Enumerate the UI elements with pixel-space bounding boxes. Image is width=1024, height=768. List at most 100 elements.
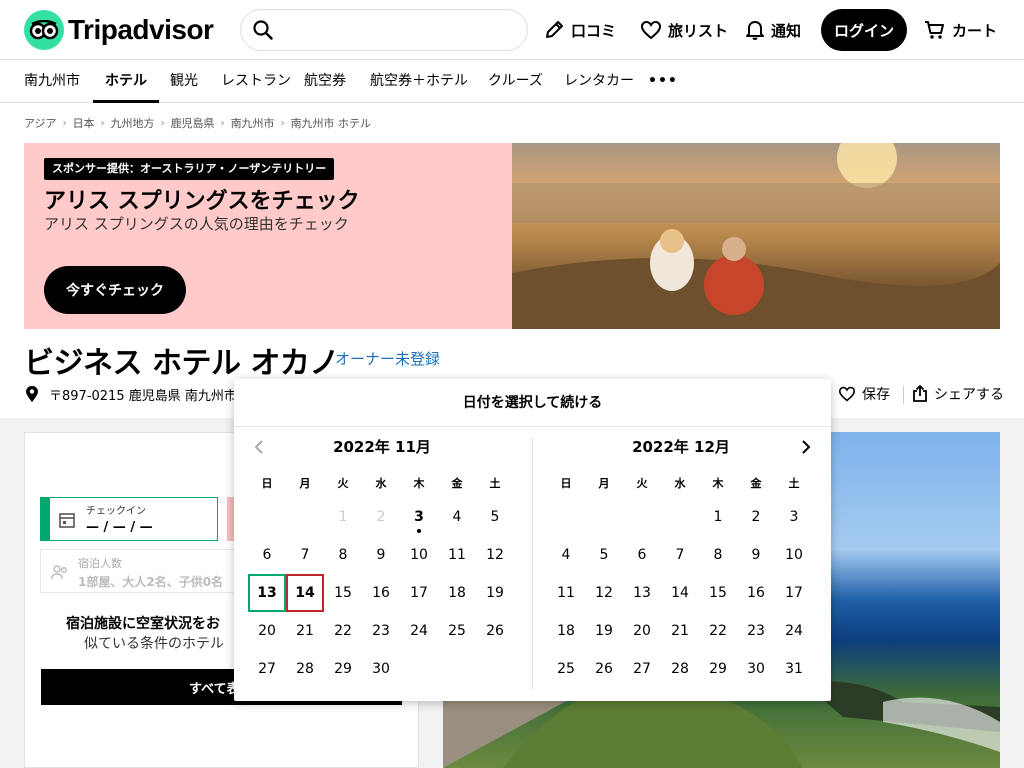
- bell-icon: [746, 21, 764, 40]
- subnav-item-flights[interactable]: 航空券: [304, 61, 346, 103]
- sponsored-banner[interactable]: スポンサー提供：オーストラリア・ノーザンテリトリー アリス スプリングスをチェッ…: [24, 143, 1000, 329]
- tripadvisor-logo[interactable]: Tripadvisor: [24, 10, 214, 50]
- calendar-day[interactable]: 12: [585, 574, 623, 612]
- calendar-day[interactable]: 13: [623, 574, 661, 612]
- calendar-day[interactable]: 26: [585, 650, 623, 688]
- calendar-day[interactable]: 9: [362, 536, 400, 574]
- calendar-day[interactable]: 24: [775, 612, 813, 650]
- guests-field[interactable]: 宿泊人数 1部屋、大人2名、子供0名: [40, 549, 240, 593]
- subnav-item-flight-hotel[interactable]: 航空券＋ホテル: [370, 61, 468, 103]
- calendar-day[interactable]: 4: [438, 498, 476, 536]
- calendar-day[interactable]: 29: [699, 650, 737, 688]
- calendar-day[interactable]: 17: [400, 574, 438, 612]
- calendar-day[interactable]: 16: [362, 574, 400, 612]
- breadcrumb-item[interactable]: アジア: [24, 115, 57, 131]
- calendar-day[interactable]: 20: [623, 612, 661, 650]
- share-button[interactable]: シェアする: [912, 384, 1004, 404]
- calendar-day[interactable]: 16: [737, 574, 775, 612]
- calendar-day[interactable]: 8: [324, 536, 362, 574]
- calendar-day[interactable]: 26: [476, 612, 514, 650]
- calendar-day[interactable]: 31: [775, 650, 813, 688]
- calendar-day[interactable]: 27: [248, 650, 286, 688]
- calendar-day[interactable]: 28: [286, 650, 324, 688]
- calendar-day[interactable]: 14: [286, 574, 324, 612]
- calendar-day[interactable]: 25: [438, 612, 476, 650]
- cart-button[interactable]: カート: [924, 10, 997, 50]
- calendar-day[interactable]: 18: [438, 574, 476, 612]
- calendar-day[interactable]: 21: [286, 612, 324, 650]
- calendar-day[interactable]: 21: [661, 612, 699, 650]
- calendar-day[interactable]: 9: [737, 536, 775, 574]
- calendar-day[interactable]: 30: [362, 650, 400, 688]
- calendar-day[interactable]: 12: [476, 536, 514, 574]
- subnav-item-hotels[interactable]: ホテル: [93, 61, 159, 103]
- calendar-day[interactable]: 7: [661, 536, 699, 574]
- nav-notifications[interactable]: 通知: [745, 10, 801, 50]
- calendar-day[interactable]: 8: [699, 536, 737, 574]
- breadcrumb-item[interactable]: 九州地方: [111, 115, 155, 131]
- search-input[interactable]: [281, 22, 527, 38]
- breadcrumb-item[interactable]: 日本: [73, 115, 95, 131]
- owner-unregistered-link[interactable]: オーナー未登録: [335, 348, 440, 369]
- calendar-day[interactable]: 28: [661, 650, 699, 688]
- weekday-header: 火: [636, 477, 648, 490]
- calendar-day[interactable]: 10: [400, 536, 438, 574]
- breadcrumb-item[interactable]: 南九州市: [231, 115, 275, 131]
- calendar-day[interactable]: 7: [286, 536, 324, 574]
- calendar-day[interactable]: 19: [476, 574, 514, 612]
- calendar-day[interactable]: 30: [737, 650, 775, 688]
- calendar-day[interactable]: 24: [400, 612, 438, 650]
- calendar-day[interactable]: 15: [699, 574, 737, 612]
- calendar-day[interactable]: 2: [737, 498, 775, 536]
- subnav-item-rental-cars[interactable]: レンタカー: [564, 61, 634, 103]
- calendar-day[interactable]: 17: [775, 574, 813, 612]
- calendar-day[interactable]: 14: [661, 574, 699, 612]
- calendar-day[interactable]: 11: [547, 574, 585, 612]
- more-menu-button[interactable]: •••: [648, 61, 678, 103]
- address-row[interactable]: 〒897-0215 鹿児島県 南九州市: [24, 384, 237, 404]
- breadcrumb-item[interactable]: 南九州市 ホテル: [291, 115, 372, 131]
- subnav-item-cruises[interactable]: クルーズ: [488, 61, 543, 103]
- calendar-day[interactable]: 19: [585, 612, 623, 650]
- calendar-day[interactable]: 23: [737, 612, 775, 650]
- calendar-day[interactable]: 4: [547, 536, 585, 574]
- calendar-day[interactable]: 5: [476, 498, 514, 536]
- calendar-day[interactable]: 3: [775, 498, 813, 536]
- calendar-day[interactable]: 6: [623, 536, 661, 574]
- availability-title: 宿泊施設に空室状況をお: [66, 616, 220, 632]
- calendar-day[interactable]: 3: [400, 498, 438, 536]
- calendar-day[interactable]: 1: [699, 498, 737, 536]
- breadcrumb-item[interactable]: 鹿児島県: [171, 115, 215, 131]
- calendar-day[interactable]: 20: [248, 612, 286, 650]
- calendar-day[interactable]: 23: [362, 612, 400, 650]
- calendar-day: 1: [338, 509, 348, 525]
- calendar-day[interactable]: 6: [248, 536, 286, 574]
- banner-cta-button[interactable]: 今すぐチェック: [44, 266, 186, 314]
- calendar-day[interactable]: 29: [324, 650, 362, 688]
- search-bar[interactable]: [240, 9, 528, 51]
- calendar-day[interactable]: 11: [438, 536, 476, 574]
- subnav-item-city[interactable]: 南九州市: [24, 61, 80, 103]
- login-button[interactable]: ログイン: [821, 9, 907, 51]
- chevron-right-icon: ›: [62, 117, 67, 129]
- calendar-day[interactable]: 27: [623, 650, 661, 688]
- calendar-day[interactable]: 22: [699, 612, 737, 650]
- calendar-day[interactable]: 15: [324, 574, 362, 612]
- map-pin-icon: [26, 386, 38, 402]
- weekday-header: 月: [299, 477, 311, 490]
- calendar-day[interactable]: 10: [775, 536, 813, 574]
- weekday-header: 火: [337, 477, 349, 490]
- nav-trips[interactable]: 旅リスト: [640, 10, 728, 50]
- calendar-day[interactable]: 18: [547, 612, 585, 650]
- calendar-day[interactable]: 5: [585, 536, 623, 574]
- nav-reviews[interactable]: 口コミ: [543, 10, 616, 50]
- checkin-field[interactable]: チェックイン — / — / —: [40, 497, 218, 541]
- save-button[interactable]: 保存: [838, 384, 890, 404]
- calendar-day[interactable]: 13: [248, 574, 286, 612]
- calendar-icon: [59, 513, 75, 528]
- subnav-item-sightseeing[interactable]: 観光: [170, 61, 198, 103]
- pencil-icon: [546, 21, 563, 38]
- subnav-item-restaurants[interactable]: レストラン: [221, 61, 291, 103]
- calendar-day[interactable]: 22: [324, 612, 362, 650]
- calendar-day[interactable]: 25: [547, 650, 585, 688]
